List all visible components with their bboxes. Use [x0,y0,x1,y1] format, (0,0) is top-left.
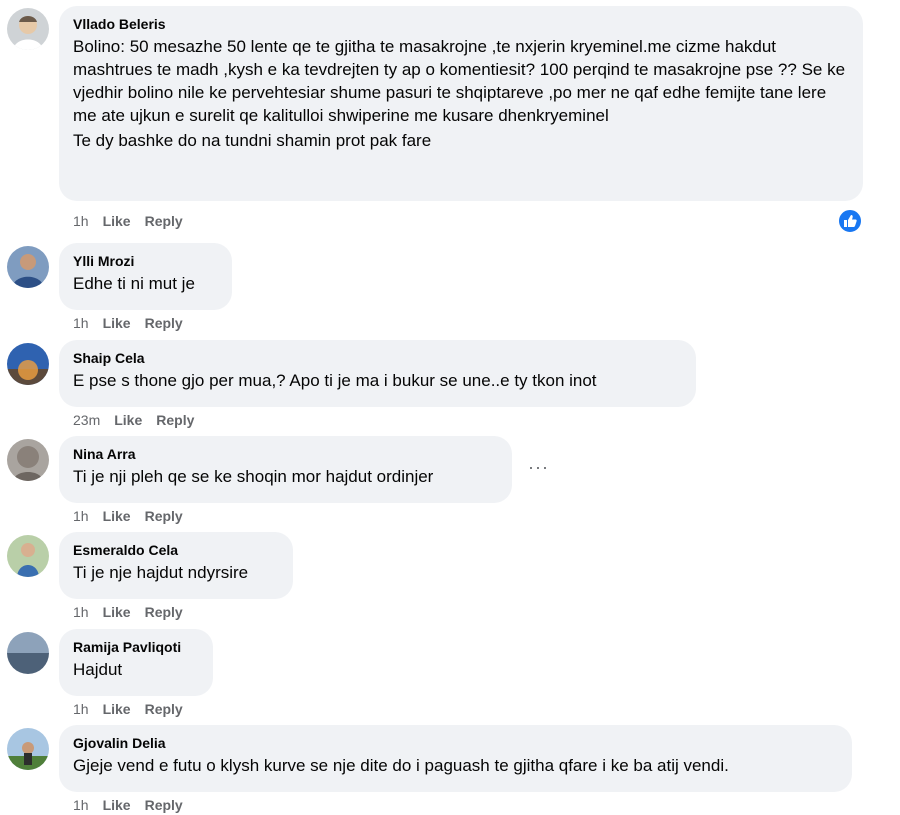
like-button[interactable]: Like [103,700,131,718]
comment-text: Bolino: 50 mesazhe 50 lente qe te gjitha… [73,37,846,125]
comment-text-line: Te dy bashke do na tundni shamin prot pa… [73,131,432,150]
comment-author[interactable]: Ramija Pavliqoti [73,638,199,656]
like-button[interactable]: Like [103,603,131,621]
comment-bubble: Esmeraldo Cela Ti je nje hajdut ndyrsire [59,532,293,599]
reply-button[interactable]: Reply [156,411,194,429]
comment-time[interactable]: 23m [73,411,100,429]
comment-actions: 1h Like Reply [73,700,197,718]
comment-bubble: Shaip Cela E pse s thone gjo per mua,? A… [59,340,696,407]
comment-time[interactable]: 1h [73,603,89,621]
comment-bubble: Vllado Beleris Bolino: 50 mesazhe 50 len… [59,6,863,201]
comment-text: Ti je nje hajdut ndyrsire [73,563,249,582]
comment-actions: 23m Like Reply [73,411,208,429]
comment-text: E pse s thone gjo per mua,? Apo ti je ma… [73,371,597,390]
comment-author[interactable]: Nina Arra [73,445,498,463]
reply-button[interactable]: Reply [145,507,183,525]
avatar[interactable] [7,343,49,385]
comment-author[interactable]: Esmeraldo Cela [73,541,279,559]
avatar[interactable] [7,439,49,481]
reply-button[interactable]: Reply [145,796,183,814]
comment-text: Gjeje vend e futu o klysh kurve se nje d… [73,756,729,775]
avatar[interactable] [7,246,49,288]
comment-time[interactable]: 1h [73,212,89,230]
comment-actions: 1h Like Reply [73,603,197,621]
like-button[interactable]: Like [114,411,142,429]
reply-button[interactable]: Reply [145,700,183,718]
comment-actions: 1h Like Reply [73,212,197,230]
avatar[interactable] [7,8,49,50]
like-button[interactable]: Like [103,507,131,525]
comment-author[interactable]: Gjovalin Delia [73,734,838,752]
comment-actions: 1h Like Reply [73,314,197,332]
more-options-icon[interactable]: ··· [528,457,549,478]
comment-text: Hajdut [73,660,123,679]
comment-time[interactable]: 1h [73,796,89,814]
comment-author[interactable]: Vllado Beleris [73,15,849,33]
comment-author[interactable]: Shaip Cela [73,349,682,367]
avatar[interactable] [7,728,49,770]
comment-bubble: Ylli Mrozi Edhe ti ni mut je [59,243,232,310]
comment-text: Edhe ti ni mut je [73,274,195,293]
comment-time[interactable]: 1h [73,314,89,332]
comment-actions: 1h Like Reply [73,507,197,525]
reply-button[interactable]: Reply [145,314,183,332]
avatar[interactable] [7,535,49,577]
comment-bubble: Gjovalin Delia Gjeje vend e futu o klysh… [59,725,852,792]
like-button[interactable]: Like [103,212,131,230]
comment-bubble: Ramija Pavliqoti Hajdut [59,629,213,696]
comment-author[interactable]: Ylli Mrozi [73,252,218,270]
comment-time[interactable]: 1h [73,507,89,525]
comment-actions: 1h Like Reply [73,796,197,814]
comment-bubble: Nina Arra Ti je nji pleh qe se ke shoqin… [59,436,512,503]
like-button[interactable]: Like [103,796,131,814]
comment-text: Ti je nji pleh qe se ke shoqin mor hajdu… [73,467,434,486]
reply-button[interactable]: Reply [145,212,183,230]
avatar[interactable] [7,632,49,674]
comment-time[interactable]: 1h [73,700,89,718]
reply-button[interactable]: Reply [145,603,183,621]
like-button[interactable]: Like [103,314,131,332]
like-reaction-icon[interactable] [837,208,863,234]
